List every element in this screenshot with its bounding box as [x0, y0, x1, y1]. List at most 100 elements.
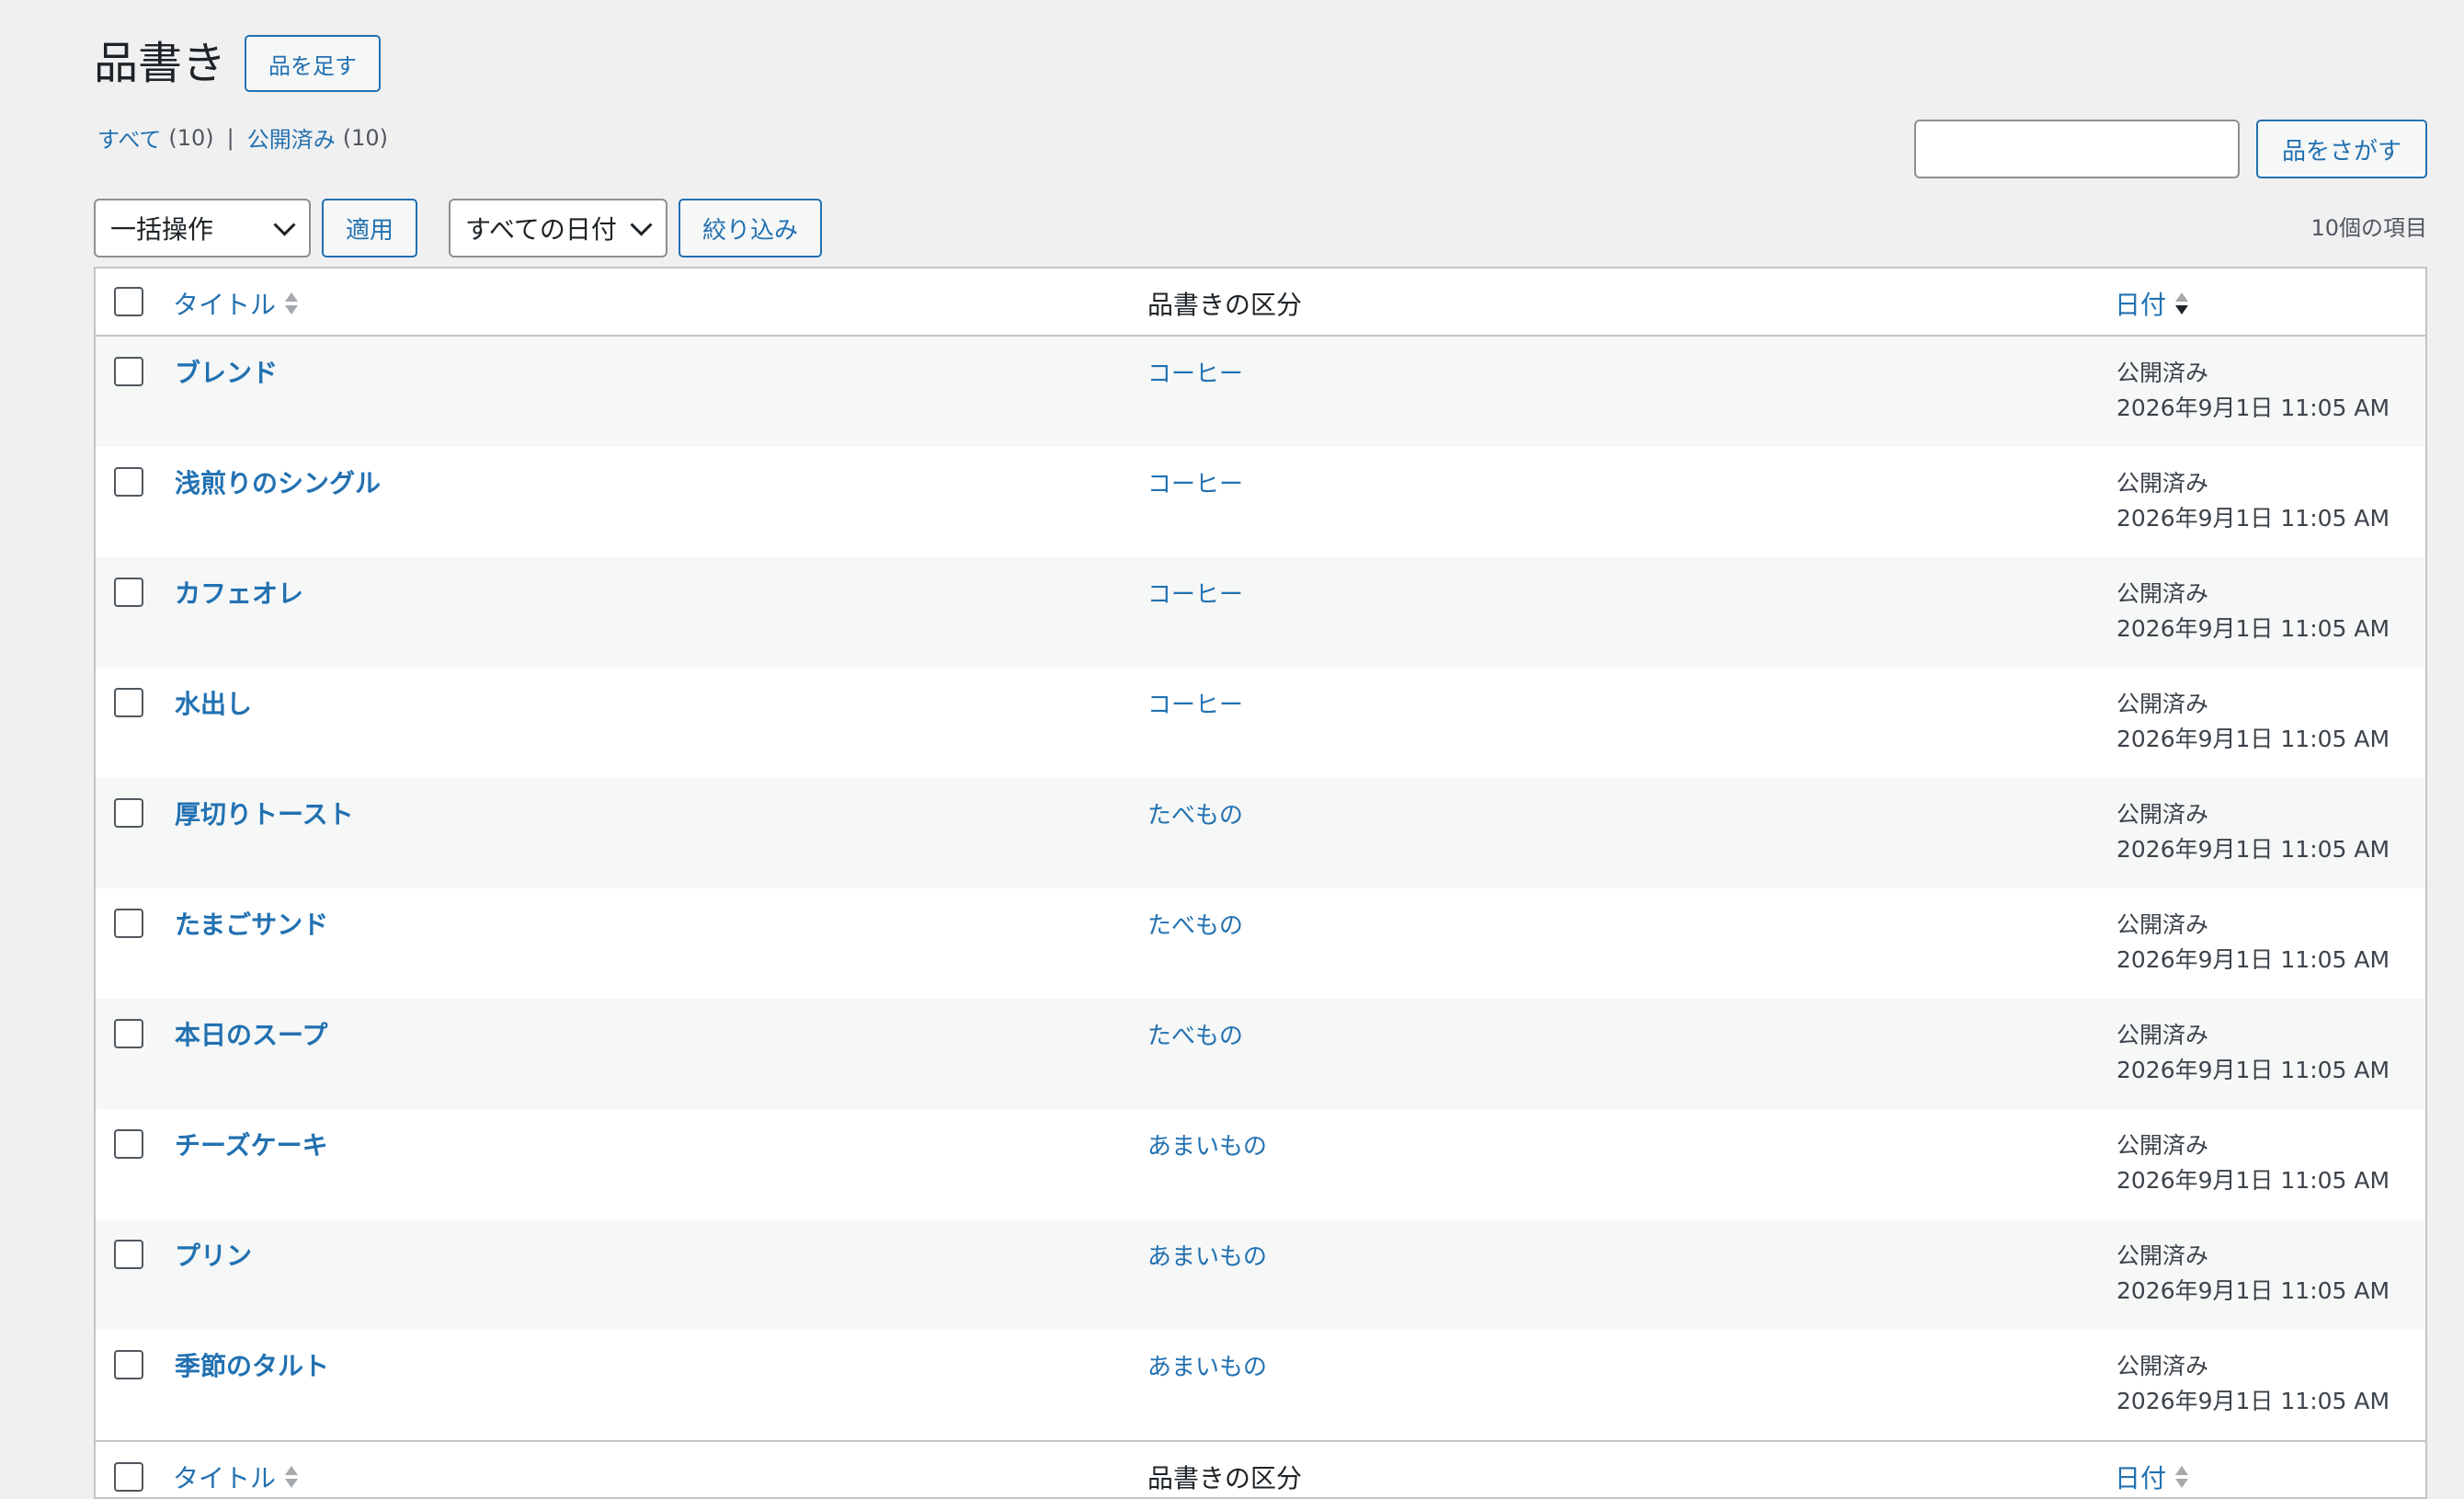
post-title-link[interactable]: 厚切りトースト [175, 795, 354, 831]
post-datetime: 2026年9月1日 11:05 AM [2116, 836, 2390, 863]
row-checkbox[interactable] [114, 1240, 143, 1269]
row-checkbox[interactable] [114, 688, 143, 717]
select-all-checkbox-footer[interactable] [114, 1462, 143, 1492]
category-link[interactable]: たべもの [1147, 796, 1243, 830]
select-all-checkbox[interactable] [114, 287, 143, 316]
category-link[interactable]: たべもの [1147, 907, 1243, 941]
post-title-link[interactable]: 本日のスープ [175, 1015, 327, 1052]
view-separator: | [226, 124, 234, 151]
column-header-date[interactable]: 日付 [2115, 285, 2189, 322]
column-footer-title[interactable]: タイトル [173, 1459, 299, 1495]
row-checkbox[interactable] [114, 1350, 143, 1379]
page-title: 品書き [94, 38, 227, 89]
table-row: 厚切りトースト たべもの 公開済み 2026年9月1日 11:05 AM [96, 778, 2425, 888]
column-footer-date[interactable]: 日付 [2115, 1459, 2189, 1495]
category-link[interactable]: コーヒー [1147, 576, 1243, 610]
post-title-link[interactable]: 水出し [175, 684, 252, 721]
status-views: すべて (10) | 公開済み (10) [97, 121, 388, 154]
post-datetime: 2026年9月1日 11:05 AM [2116, 1167, 2390, 1194]
post-status: 公開済み [2116, 801, 2209, 828]
view-published-link[interactable]: 公開済み [247, 121, 336, 154]
column-date-label: 日付 [2115, 290, 2167, 320]
row-checkbox[interactable] [114, 1019, 143, 1048]
row-checkbox[interactable] [114, 909, 143, 938]
post-title-link[interactable]: チーズケーキ [175, 1126, 328, 1162]
post-status: 公開済み [2116, 1353, 2209, 1379]
post-title-link[interactable]: 季節のタルト [175, 1346, 329, 1383]
column-title-label: タイトル [173, 290, 277, 320]
post-status: 公開済み [2116, 1132, 2209, 1159]
post-status: 公開済み [2116, 911, 2209, 938]
post-datetime: 2026年9月1日 11:05 AM [2116, 1057, 2390, 1083]
table-row: たまごサンド たべもの 公開済み 2026年9月1日 11:05 AM [96, 888, 2425, 999]
sort-icon [285, 1466, 299, 1488]
bulk-action-selected: 一括操作 [110, 214, 214, 245]
category-link[interactable]: たべもの [1147, 1017, 1243, 1051]
view-published-count: (10) [342, 124, 388, 151]
row-checkbox[interactable] [114, 578, 143, 607]
post-status: 公開済み [2116, 1242, 2209, 1269]
table-row: 水出し コーヒー 公開済み 2026年9月1日 11:05 AM [96, 668, 2425, 778]
search-button[interactable]: 品をさがす [2255, 120, 2427, 178]
date-filter-selected: すべての日付 [465, 214, 617, 245]
item-count: 10個の項目 [2310, 215, 2427, 241]
apply-button[interactable]: 適用 [322, 199, 417, 257]
table-row: 季節のタルト あまいもの 公開済み 2026年9月1日 11:05 AM [96, 1330, 2425, 1440]
category-link[interactable]: コーヒー [1147, 465, 1243, 499]
view-all-link[interactable]: すべて [97, 121, 161, 154]
column-date-label-footer: 日付 [2115, 1463, 2167, 1493]
post-title-link[interactable]: 浅煎りのシングル [175, 463, 381, 500]
table-row: 浅煎りのシングル コーヒー 公開済み 2026年9月1日 11:05 AM [96, 447, 2425, 557]
post-datetime: 2026年9月1日 11:05 AM [2116, 946, 2390, 973]
column-header-title[interactable]: タイトル [173, 285, 299, 322]
row-checkbox[interactable] [114, 467, 143, 497]
chevron-down-icon [273, 213, 296, 236]
post-status: 公開済み [2116, 360, 2209, 386]
row-checkbox[interactable] [114, 1129, 143, 1159]
bulk-action-select[interactable]: 一括操作 [94, 199, 311, 257]
post-datetime: 2026年9月1日 11:05 AM [2116, 395, 2390, 421]
row-checkbox[interactable] [114, 357, 143, 386]
category-link[interactable]: あまいもの [1147, 1348, 1267, 1382]
table-row: 本日のスープ たべもの 公開済み 2026年9月1日 11:05 AM [96, 999, 2425, 1109]
post-title-link[interactable]: ブレンド [175, 353, 278, 390]
post-datetime: 2026年9月1日 11:05 AM [2116, 505, 2390, 532]
category-link[interactable]: あまいもの [1147, 1127, 1267, 1161]
sort-icon [2175, 1466, 2189, 1488]
search-input[interactable] [1913, 120, 2240, 178]
post-datetime: 2026年9月1日 11:05 AM [2116, 615, 2390, 642]
column-footer-category: 品書きの区分 [1147, 1463, 1303, 1493]
post-datetime: 2026年9月1日 11:05 AM [2116, 1388, 2390, 1414]
date-filter-select[interactable]: すべての日付 [449, 199, 667, 257]
post-status: 公開済み [2116, 691, 2209, 717]
post-title-link[interactable]: カフェオレ [175, 574, 303, 611]
category-link[interactable]: あまいもの [1147, 1238, 1267, 1272]
table-row: プリン あまいもの 公開済み 2026年9月1日 11:05 AM [96, 1219, 2425, 1330]
tablenav-top: 一括操作 適用 すべての日付 絞り込み 10個の項目 [94, 199, 2427, 257]
sort-icon [285, 292, 299, 315]
category-link[interactable]: コーヒー [1147, 686, 1243, 720]
post-title-link[interactable]: たまごサンド [175, 905, 328, 942]
table-row: カフェオレ コーヒー 公開済み 2026年9月1日 11:05 AM [96, 557, 2425, 668]
view-all-count: (10) [168, 124, 214, 151]
sort-desc-icon [2175, 292, 2189, 315]
row-checkbox[interactable] [114, 798, 143, 828]
table-body: ブレンド コーヒー 公開済み 2026年9月1日 11:05 AM 浅煎りのシングル コー… [96, 337, 2425, 1440]
column-title-label-footer: タイトル [173, 1463, 277, 1493]
table-row: ブレンド コーヒー 公開済み 2026年9月1日 11:05 AM [96, 337, 2425, 447]
table-footer: タイトル 品書きの区分 日付 [96, 1440, 2425, 1497]
add-new-button[interactable]: 品を足す [245, 35, 382, 92]
table-row: チーズケーキ あまいもの 公開済み 2026年9月1日 11:05 AM [96, 1109, 2425, 1219]
posts-screen: 品書き 品を足す すべて (10) | 公開済み (10) 品をさがす 一括操作… [94, 0, 2427, 1499]
filter-button[interactable]: 絞り込み [679, 199, 822, 257]
posts-table: タイトル 品書きの区分 日付 ブレンド コーヒー 公開済み 2026年9月1日 11:… [94, 267, 2427, 1499]
post-datetime: 2026年9月1日 11:05 AM [2116, 726, 2390, 752]
post-datetime: 2026年9月1日 11:05 AM [2116, 1277, 2390, 1304]
post-title-link[interactable]: プリン [175, 1236, 252, 1273]
page-heading: 品書き 品を足す [94, 33, 382, 94]
category-link[interactable]: コーヒー [1147, 355, 1243, 389]
post-status: 公開済み [2116, 1022, 2209, 1048]
chevron-down-icon [630, 213, 653, 236]
column-header-category: 品書きの区分 [1147, 290, 1303, 320]
post-status: 公開済み [2116, 470, 2209, 497]
